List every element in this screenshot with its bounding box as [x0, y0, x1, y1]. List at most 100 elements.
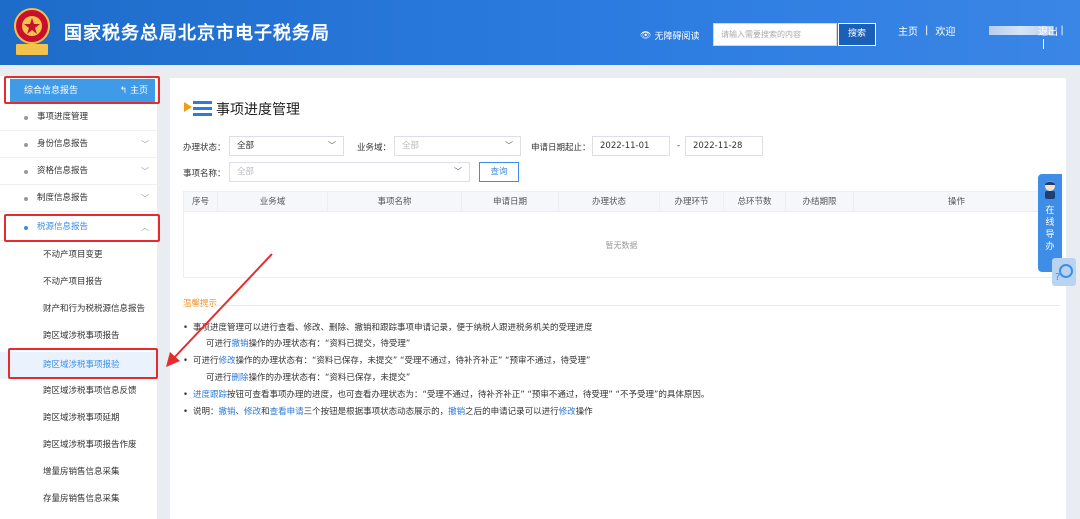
status-select[interactable]: 全部 ﹀ [229, 136, 344, 156]
divider [1043, 39, 1044, 49]
page-title: 事项进度管理 [184, 99, 300, 119]
tip-line: • 说明：撤销、修改和查看申请三个按钮是根据事项状态动态展示的，撤销之后的申请记录… [183, 407, 593, 417]
header: 国家税务总局北京市电子税务局 👁 无障碍阅读 请输入需要搜索的内容 搜索 主页 … [0, 0, 1080, 65]
track-progress-link[interactable]: 进度跟踪 [193, 390, 227, 400]
tip-line: 可进行撤销操作的办理状态有：“资料已提交，待受理” [183, 337, 410, 349]
main-content: 事项进度管理 办理状态： 全部 ﹀ 业务域： 全部 ﹀ 申请日期起止： 2022-1… [170, 78, 1066, 519]
sidebar-sub-item[interactable]: 不动产项目报告 [0, 269, 157, 296]
modify-link[interactable]: 修改 [559, 407, 576, 417]
domain-label: 业务域： [357, 143, 392, 153]
results-table: 序号 业务域 事项名称 申请日期 办理状态 办理环节 总环节数 办结期限 操作 … [183, 191, 1060, 278]
query-button[interactable]: 查询 [479, 162, 519, 182]
chevron-down-icon: ﹀ [141, 140, 149, 149]
sidebar-sub-item[interactable]: 不动产项目变更 [0, 242, 157, 269]
date-from-input[interactable]: 2022-11-01 [592, 136, 670, 156]
sidebar-item-label: 身份信息报告 [37, 139, 89, 149]
col-header: 操作 [947, 197, 965, 207]
col-header: 办理状态 [559, 192, 660, 212]
sidebar-item-system[interactable]: 制度信息报告 ﹀ [0, 185, 157, 212]
col-header: 事项名称 [328, 192, 462, 212]
status-label: 办理状态： [183, 143, 226, 153]
tips-title: 温馨提示 [183, 299, 218, 309]
sidebar-sub-item[interactable]: 跨区域涉税事项延期 [0, 405, 157, 432]
chevron-down-icon: ﹀ [141, 167, 149, 176]
sidebar-item-label: 制度信息报告 [37, 193, 89, 203]
name-label: 事项名称： [183, 169, 226, 179]
sidebar: 综合信息报告 ↰ 主页 事项进度管理 身份信息报告 ﹀ 资格信息报告 ﹀ 制度信息报… [0, 76, 157, 519]
highlight-box [8, 348, 158, 379]
tip-line: • 进度跟踪按钮可查看事项办理的进度，也可查看办理状态为：“受理不通过，待补齐补正… [183, 390, 710, 400]
name-select[interactable]: 全部 ﹀ [229, 162, 470, 182]
list-icon [184, 101, 212, 116]
highlight-box [4, 214, 160, 242]
sidebar-sub-item[interactable]: 跨区域涉税事项报告作废 [0, 432, 157, 459]
help-icon[interactable]: ? [1052, 258, 1076, 286]
tip-text: 、 [235, 407, 245, 417]
tip-text: 和 [261, 407, 270, 417]
delete-link[interactable]: 删除 [232, 373, 249, 383]
bullet-icon [24, 197, 28, 201]
tip-text: 可进行 [206, 339, 232, 349]
search-input[interactable]: 请输入需要搜索的内容 [713, 23, 837, 46]
divider: | [925, 25, 929, 36]
welcome-text: 欢迎 [935, 27, 956, 38]
search-button[interactable]: 搜索 [838, 23, 876, 46]
domain-select[interactable]: 全部 ﹀ [394, 136, 521, 156]
sidebar-sub-item[interactable]: 财产和行为税税源信息报告 [0, 296, 157, 323]
bullet-icon [24, 116, 28, 120]
tip-text: 事项进度管理可以进行查看、修改、删除、撤销和跟踪事项申请记录，便于纳税人跟进税务… [193, 323, 593, 333]
name-value: 全部 [237, 167, 255, 177]
view-application-link[interactable]: 查看申请 [270, 407, 304, 417]
divider: | [1060, 25, 1064, 36]
guide-char: 办 [1045, 242, 1055, 252]
col-header: 序号 [184, 192, 218, 212]
revoke-link[interactable]: 撤销 [448, 407, 465, 417]
table-header: 序号 业务域 事项名称 申请日期 办理状态 办理环节 总环节数 办结期限 操作 [184, 192, 1059, 212]
sidebar-item-label: 事项进度管理 [37, 112, 89, 122]
guide-char: 在 [1045, 206, 1055, 216]
sidebar-sub-item[interactable]: 跨区域涉税事项报告 [0, 323, 157, 350]
tip-text: 可进行 [206, 373, 232, 383]
divider [183, 305, 1060, 306]
modify-link[interactable]: 修改 [219, 356, 236, 366]
sidebar-sub-item[interactable]: 存量房销售信息采集 [0, 486, 157, 513]
sidebar-item-progress[interactable]: 事项进度管理 [0, 104, 157, 131]
date-label: 申请日期起止： [531, 143, 591, 153]
col-header: 办理环节 [660, 192, 724, 212]
revoke-link[interactable]: 撤销 [232, 339, 249, 349]
tip-text: 操作的办理状态有：“资料已保存，未提交” “受理不通过，待补齐补正” “预审不通… [235, 356, 591, 366]
chevron-down-icon: ﹀ [328, 141, 336, 150]
status-value: 全部 [237, 141, 255, 151]
site-title[interactable]: 国家税务总局北京市电子税务局 [64, 19, 330, 45]
tip-text: 操作 [575, 407, 593, 417]
sidebar-item-identity[interactable]: 身份信息报告 ﹀ [0, 131, 157, 158]
accessibility-link[interactable]: 👁 无障碍阅读 [640, 29, 700, 43]
revoke-link[interactable]: 撤销 [219, 407, 236, 417]
guide-char: 导 [1045, 230, 1055, 240]
home-link[interactable]: 主页 [898, 23, 918, 38]
tip-text: 之后的申请记录可以进行 [465, 407, 559, 417]
tip-text: 操作的办理状态有：“资料已提交，待受理” [248, 339, 411, 349]
sidebar-item-qualification[interactable]: 资格信息报告 ﹀ [0, 158, 157, 185]
domain-value: 全部 [402, 141, 420, 151]
tip-text: 说明： [193, 407, 219, 417]
svg-text:?: ? [1055, 272, 1060, 283]
eye-icon: 👁 [640, 30, 652, 41]
tip-text: 可进行 [193, 356, 219, 366]
sidebar-item-label: 资格信息报告 [37, 166, 89, 176]
guide-char: 线 [1045, 218, 1055, 228]
modify-link[interactable]: 修改 [244, 407, 261, 417]
chevron-down-icon: ﹀ [454, 167, 462, 176]
accessibility-label: 无障碍阅读 [654, 32, 700, 42]
tax-emblem-icon [14, 8, 50, 55]
sidebar-sub-item[interactable]: 跨区域涉税事项信息反馈 [0, 378, 157, 405]
tip-line: 可进行删除操作的办理状态有：“资料已保存，未提交” [183, 371, 410, 383]
logout-link[interactable]: 退出 [1038, 23, 1058, 38]
sidebar-sub-item[interactable]: 增量房销售信息采集 [0, 459, 157, 486]
avatar-icon [1045, 181, 1055, 199]
date-to-input[interactable]: 2022-11-28 [685, 136, 763, 156]
date-separator: - [677, 141, 681, 151]
col-header: 业务域 [218, 192, 328, 212]
tip-text: 三个按钮是根据事项状态动态展示的， [303, 407, 449, 417]
bullet-icon [24, 170, 28, 174]
